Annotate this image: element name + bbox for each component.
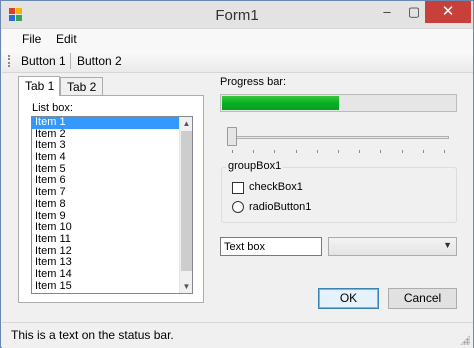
track-tick [316,150,318,153]
text-box[interactable] [220,237,322,256]
track-tick [274,150,276,153]
toolbar-button-1[interactable]: Button 1 [21,54,66,68]
status-bar: This is a text on the status bar. [2,322,473,348]
radio-button-1-label[interactable]: radioButton1 [249,201,311,213]
list-item[interactable]: Item 1 [32,117,192,129]
progress-label: Progress bar: [220,76,287,88]
form-window: Form1 – ▢ ✕ File Edit Button 1 Button 2 … [0,0,474,348]
track-tick [295,150,297,153]
tab-2[interactable]: Tab 2 [60,77,103,96]
track-tick [338,150,339,153]
cancel-button[interactable]: Cancel [388,288,457,309]
menu-file[interactable]: File [22,32,41,46]
progress-bar [220,94,457,112]
maximize-button[interactable]: ▢ [400,1,428,23]
checkbox-1[interactable] [232,182,244,194]
tab-page: List box: Item 1 Item 2 Item 3 Item 4 Item 5… [18,95,204,303]
checkbox-1-label[interactable]: checkBox1 [249,181,303,193]
list-item[interactable]: Item 15 [32,280,192,293]
track-bar[interactable] [227,125,453,155]
list-item[interactable]: Item 4 [32,151,192,164]
tab-1[interactable]: Tab 1 [18,76,60,96]
menu-edit[interactable]: Edit [56,32,77,46]
track-line [227,136,449,139]
status-text: This is a text on the status bar. [11,328,174,342]
scroll-down-icon[interactable]: ▼ [180,280,192,293]
menu-bar: File Edit [2,29,473,49]
toolbar-grip-icon[interactable] [8,55,10,67]
listbox-label: List box: [32,102,73,114]
progress-fill [222,96,339,110]
toolbar-button-2[interactable]: Button 2 [77,54,122,68]
scrollbar-thumb[interactable] [181,131,192,271]
tool-strip: Button 1 Button 2 [2,49,473,73]
group-box [221,167,457,223]
list-item[interactable]: Item 8 [32,198,192,211]
resize-grip-icon[interactable] [460,335,470,345]
scroll-up-icon[interactable]: ▲ [180,117,192,130]
track-tick [359,150,361,153]
track-tick [253,150,255,153]
track-tick [444,150,445,153]
ok-button[interactable]: OK [318,288,379,309]
combo-box[interactable]: ▼ [328,237,457,256]
list-item[interactable]: Item 11 [32,233,192,246]
listbox-scrollbar[interactable]: ▲ ▼ [179,117,192,293]
track-tick [232,150,233,153]
track-tick [422,150,424,153]
groupbox-title: groupBox1 [226,160,284,172]
radio-button-1[interactable] [232,201,244,213]
list-box[interactable]: Item 1 Item 2 Item 3 Item 4 Item 5 Item 6 Item… [31,116,193,294]
track-tick [380,150,382,153]
close-button[interactable]: ✕ [425,1,471,23]
track-tick [401,150,403,153]
toolbar-separator [70,53,71,69]
title-bar[interactable]: Form1 – ▢ ✕ [1,1,473,29]
list-item[interactable]: Item 14 [32,268,192,281]
minimize-button[interactable]: – [373,1,401,23]
track-thumb[interactable] [227,127,237,146]
chevron-down-icon[interactable]: ▼ [443,240,452,250]
